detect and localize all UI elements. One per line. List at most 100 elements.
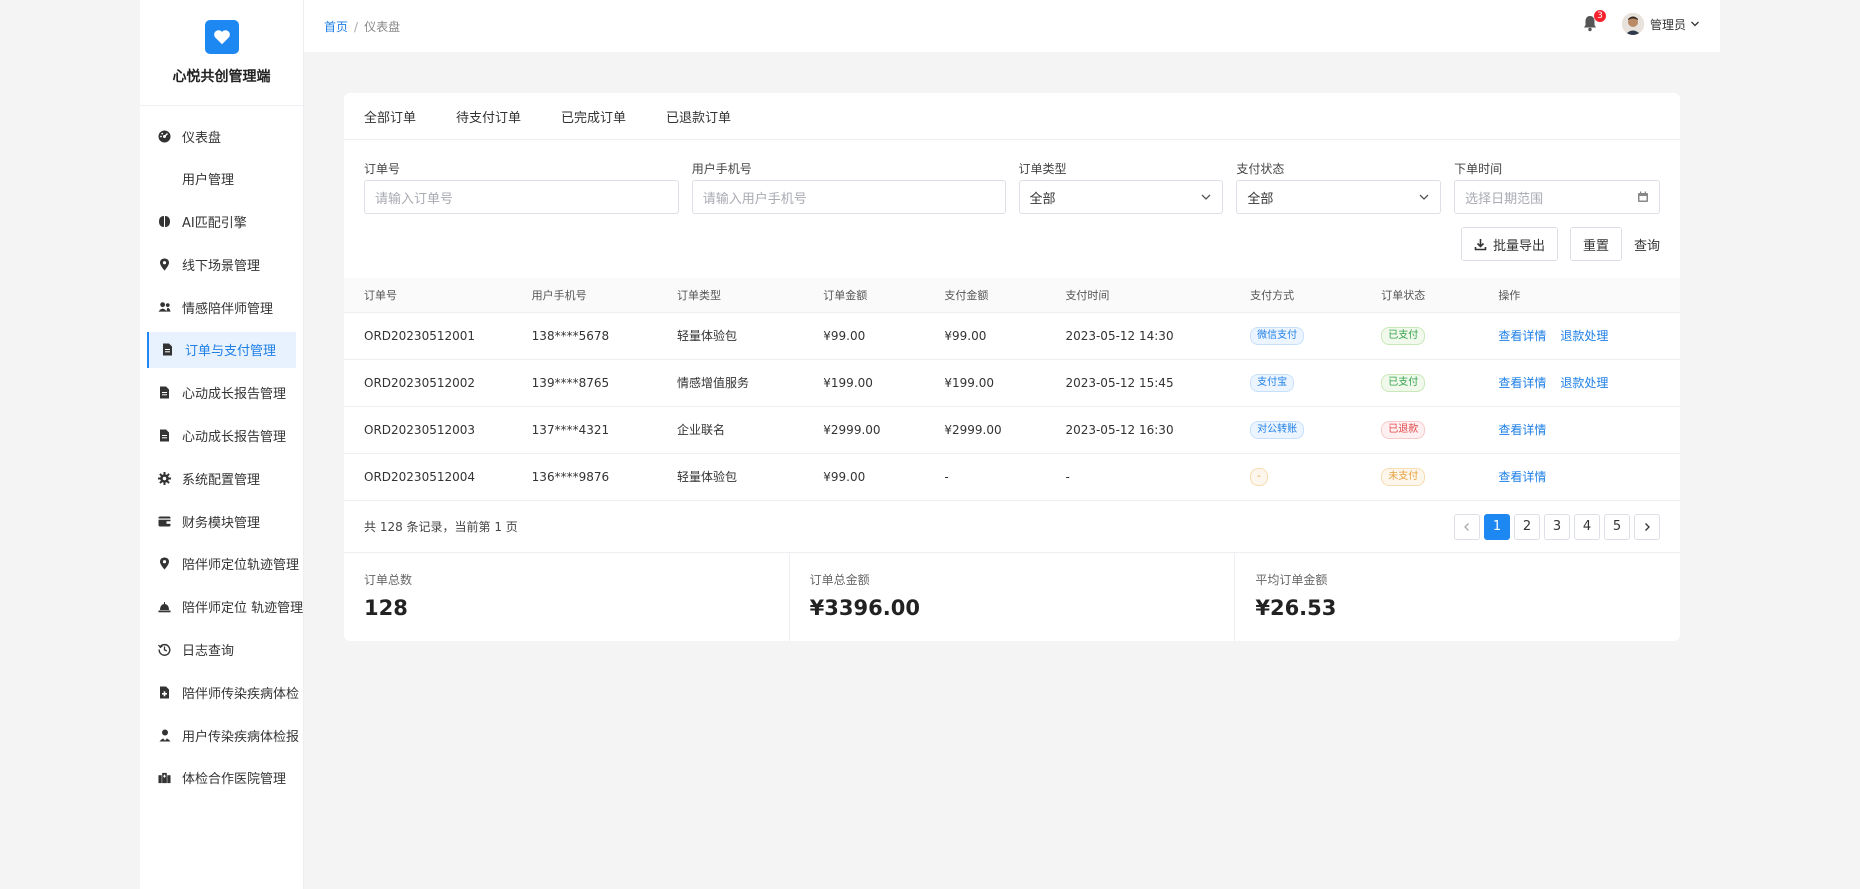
sidebar-item-label: 用户传染疾病体检报 bbox=[182, 729, 300, 745]
order-type-select[interactable]: 全部 bbox=[1018, 180, 1224, 214]
cell-order-no: ORD20230512004 bbox=[344, 452, 532, 500]
heart-logo-icon bbox=[204, 20, 239, 54]
tab-2[interactable]: 已完成订单 bbox=[561, 107, 626, 126]
table-row: ORD20230512004 136****9876 轻量体验包 ¥99.00- - - 未… bbox=[344, 452, 1680, 500]
filter-pay-status: 支付状态 全部 bbox=[1236, 160, 1442, 214]
status-badge: 已支付 bbox=[1381, 326, 1426, 345]
sidebar-item-3[interactable]: 线下场景管理 bbox=[140, 246, 303, 282]
phone-input[interactable]: 请输入用户手机号 bbox=[691, 180, 1006, 214]
notification-bell-icon[interactable]: 3 bbox=[1582, 10, 1606, 33]
sidebar-item-5[interactable]: 订单与支付管理 bbox=[147, 331, 296, 368]
reset-button[interactable]: 重置 bbox=[1569, 227, 1622, 261]
page-1[interactable]: 1 bbox=[1484, 513, 1510, 540]
sidebar-item-12[interactable]: 日志查询 bbox=[140, 632, 303, 668]
sidebar-item-8[interactable]: 系统配置管理 bbox=[140, 460, 303, 496]
next-page-chevron-right-icon[interactable] bbox=[1634, 513, 1660, 540]
pay-status-select[interactable]: 全部 bbox=[1236, 180, 1442, 214]
sidebar-item-1[interactable]: 用户管理 bbox=[140, 161, 303, 197]
sidebar-item-4[interactable]: 情感陪伴师管理 bbox=[140, 289, 303, 325]
filter-bar: 订单号 请输入订单号 用户手机号 请输入用户手机号 订单类型 全部 支付状态 全… bbox=[344, 140, 1680, 214]
sidebar-item-label: 陪伴师定位 轨迹管理 bbox=[182, 601, 303, 617]
user-name[interactable]: 管理员 bbox=[1650, 16, 1686, 33]
page-3[interactable]: 3 bbox=[1544, 513, 1570, 540]
breadcrumb-home-link[interactable]: 首页 bbox=[324, 20, 348, 34]
sidebar-item-15[interactable]: 体检合作医院管理 bbox=[140, 760, 303, 796]
table-footer: 共 128 条记录，当前第 1 页 12345 bbox=[344, 500, 1680, 552]
cell-status: 已支付 bbox=[1381, 358, 1499, 406]
tab-3[interactable]: 已退款订单 bbox=[666, 107, 731, 126]
order-no-input[interactable]: 请输入订单号 bbox=[364, 180, 679, 214]
sidebar-item-label: 仪表盘 bbox=[182, 130, 222, 146]
cell-method: 支付宝 bbox=[1250, 358, 1382, 406]
cell-time: 2023-05-12 16:30 bbox=[1065, 405, 1251, 453]
column-header: 订单状态 bbox=[1381, 288, 1426, 302]
sidebar-item-9[interactable]: 财务模块管理 bbox=[140, 503, 303, 539]
page-5[interactable]: 5 bbox=[1604, 513, 1630, 540]
view-detail-link[interactable]: 查看详情 bbox=[1498, 470, 1546, 484]
filter-label: 支付状态 bbox=[1236, 162, 1285, 176]
pagination: 12345 bbox=[1450, 513, 1660, 540]
cell-amount: ¥99.00 bbox=[823, 311, 945, 359]
sidebar-item-0[interactable]: 仪表盘 bbox=[140, 118, 303, 154]
sidebar-item-14[interactable]: 用户传染疾病体检报 bbox=[140, 717, 303, 753]
filter-label: 用户手机号 bbox=[691, 162, 752, 176]
sidebar-item-11[interactable]: 陪伴师定位 轨迹管理 bbox=[140, 589, 303, 625]
export-label: 批量导出 bbox=[1492, 238, 1545, 254]
calendar-icon bbox=[1637, 191, 1648, 202]
tab-0[interactable]: 全部订单 bbox=[364, 107, 416, 126]
chevron-down-icon[interactable] bbox=[1690, 19, 1700, 29]
column-header: 支付方式 bbox=[1250, 288, 1295, 302]
order-tabs: 全部订单 待支付订单 已完成订单 已退款订单 bbox=[344, 93, 1680, 140]
sidebar-item-label: 陪伴师传染疾病体检 bbox=[182, 686, 300, 702]
dashboard-icon bbox=[158, 130, 171, 143]
prev-page-chevron-left-icon[interactable] bbox=[1454, 513, 1480, 540]
sidebar-item-label: AI匹配引擎 bbox=[182, 216, 247, 232]
cell-amount: ¥99.00 bbox=[823, 452, 945, 500]
cell-operations: 查看详情 bbox=[1498, 405, 1680, 453]
topbar bbox=[304, 0, 1720, 52]
sidebar-item-7[interactable]: 心动成长报告管理 bbox=[140, 418, 303, 454]
view-detail-link[interactable]: 查看详情 bbox=[1498, 376, 1546, 390]
page-4[interactable]: 4 bbox=[1574, 513, 1600, 540]
status-badge: 未支付 bbox=[1381, 467, 1426, 486]
sidebar-item-10[interactable]: 陪伴师定位轨迹管理 bbox=[140, 546, 303, 582]
refund-link[interactable]: 退款处理 bbox=[1560, 376, 1608, 390]
cell-paid: - bbox=[944, 452, 1066, 500]
stat-label: 平均订单金额 bbox=[1255, 573, 1328, 587]
cell-time: 2023-05-12 14:30 bbox=[1065, 311, 1251, 359]
cell-paid: ¥99.00 bbox=[944, 311, 1066, 359]
stat-value: ¥3396.00 bbox=[809, 596, 920, 620]
users-icon bbox=[158, 301, 171, 314]
sidebar-item-label: 体检合作医院管理 bbox=[182, 772, 287, 788]
view-detail-link[interactable]: 查看详情 bbox=[1498, 329, 1546, 343]
export-button[interactable]: 批量导出 bbox=[1460, 227, 1558, 261]
avatar[interactable] bbox=[1621, 13, 1644, 35]
cell-method: - bbox=[1250, 452, 1382, 500]
cell-phone: 136****9876 bbox=[531, 452, 677, 500]
stat-label: 订单总数 bbox=[364, 573, 413, 587]
date-range-picker[interactable]: 选择日期范围 bbox=[1454, 180, 1660, 214]
page-2[interactable]: 2 bbox=[1514, 513, 1540, 540]
column-header: 订单号 bbox=[364, 288, 397, 302]
sidebar-item-13[interactable]: 陪伴师传染疾病体检 bbox=[140, 674, 303, 710]
cell-time: 2023-05-12 15:45 bbox=[1065, 358, 1251, 406]
refund-link[interactable]: 退款处理 bbox=[1560, 329, 1608, 343]
column-header: 操作 bbox=[1498, 288, 1521, 302]
sidebar-item-2[interactable]: AI匹配引擎 bbox=[140, 204, 303, 240]
cell-phone: 138****5678 bbox=[531, 311, 677, 359]
cell-order-no: ORD20230512002 bbox=[344, 358, 532, 406]
cell-paid: ¥199.00 bbox=[944, 358, 1066, 406]
query-button[interactable]: 查询 bbox=[1633, 227, 1660, 261]
orders-card: 全部订单 待支付订单 已完成订单 已退款订单 订单号 请输入订单号 用户手机号 请输入… bbox=[344, 93, 1680, 641]
sidebar: 心悦共创管理端 仪表盘 用户管理 AI匹配引擎 线下场景管理 情感陪伴师管理 订单与支付管… bbox=[140, 0, 304, 889]
cell-operations: 查看详情 bbox=[1498, 452, 1680, 500]
sidebar-item-6[interactable]: 心动成长报告管理 bbox=[140, 375, 303, 411]
payment-method-tag: - bbox=[1250, 467, 1268, 486]
table-header-row: 订单号 用户手机号 订单类型 订单金额 支付金额 支付时间 支付方式 订单状态 操作 bbox=[344, 278, 1680, 312]
table-row: ORD20230512003 137****4321 企业联名 ¥2999.00 ¥29… bbox=[344, 405, 1680, 453]
filter-phone: 用户手机号 请输入用户手机号 bbox=[691, 160, 1006, 214]
tab-1[interactable]: 待支付订单 bbox=[456, 107, 521, 126]
file-medical-icon bbox=[158, 686, 171, 699]
view-detail-link[interactable]: 查看详情 bbox=[1498, 423, 1546, 437]
cell-method: 微信支付 bbox=[1250, 311, 1382, 359]
